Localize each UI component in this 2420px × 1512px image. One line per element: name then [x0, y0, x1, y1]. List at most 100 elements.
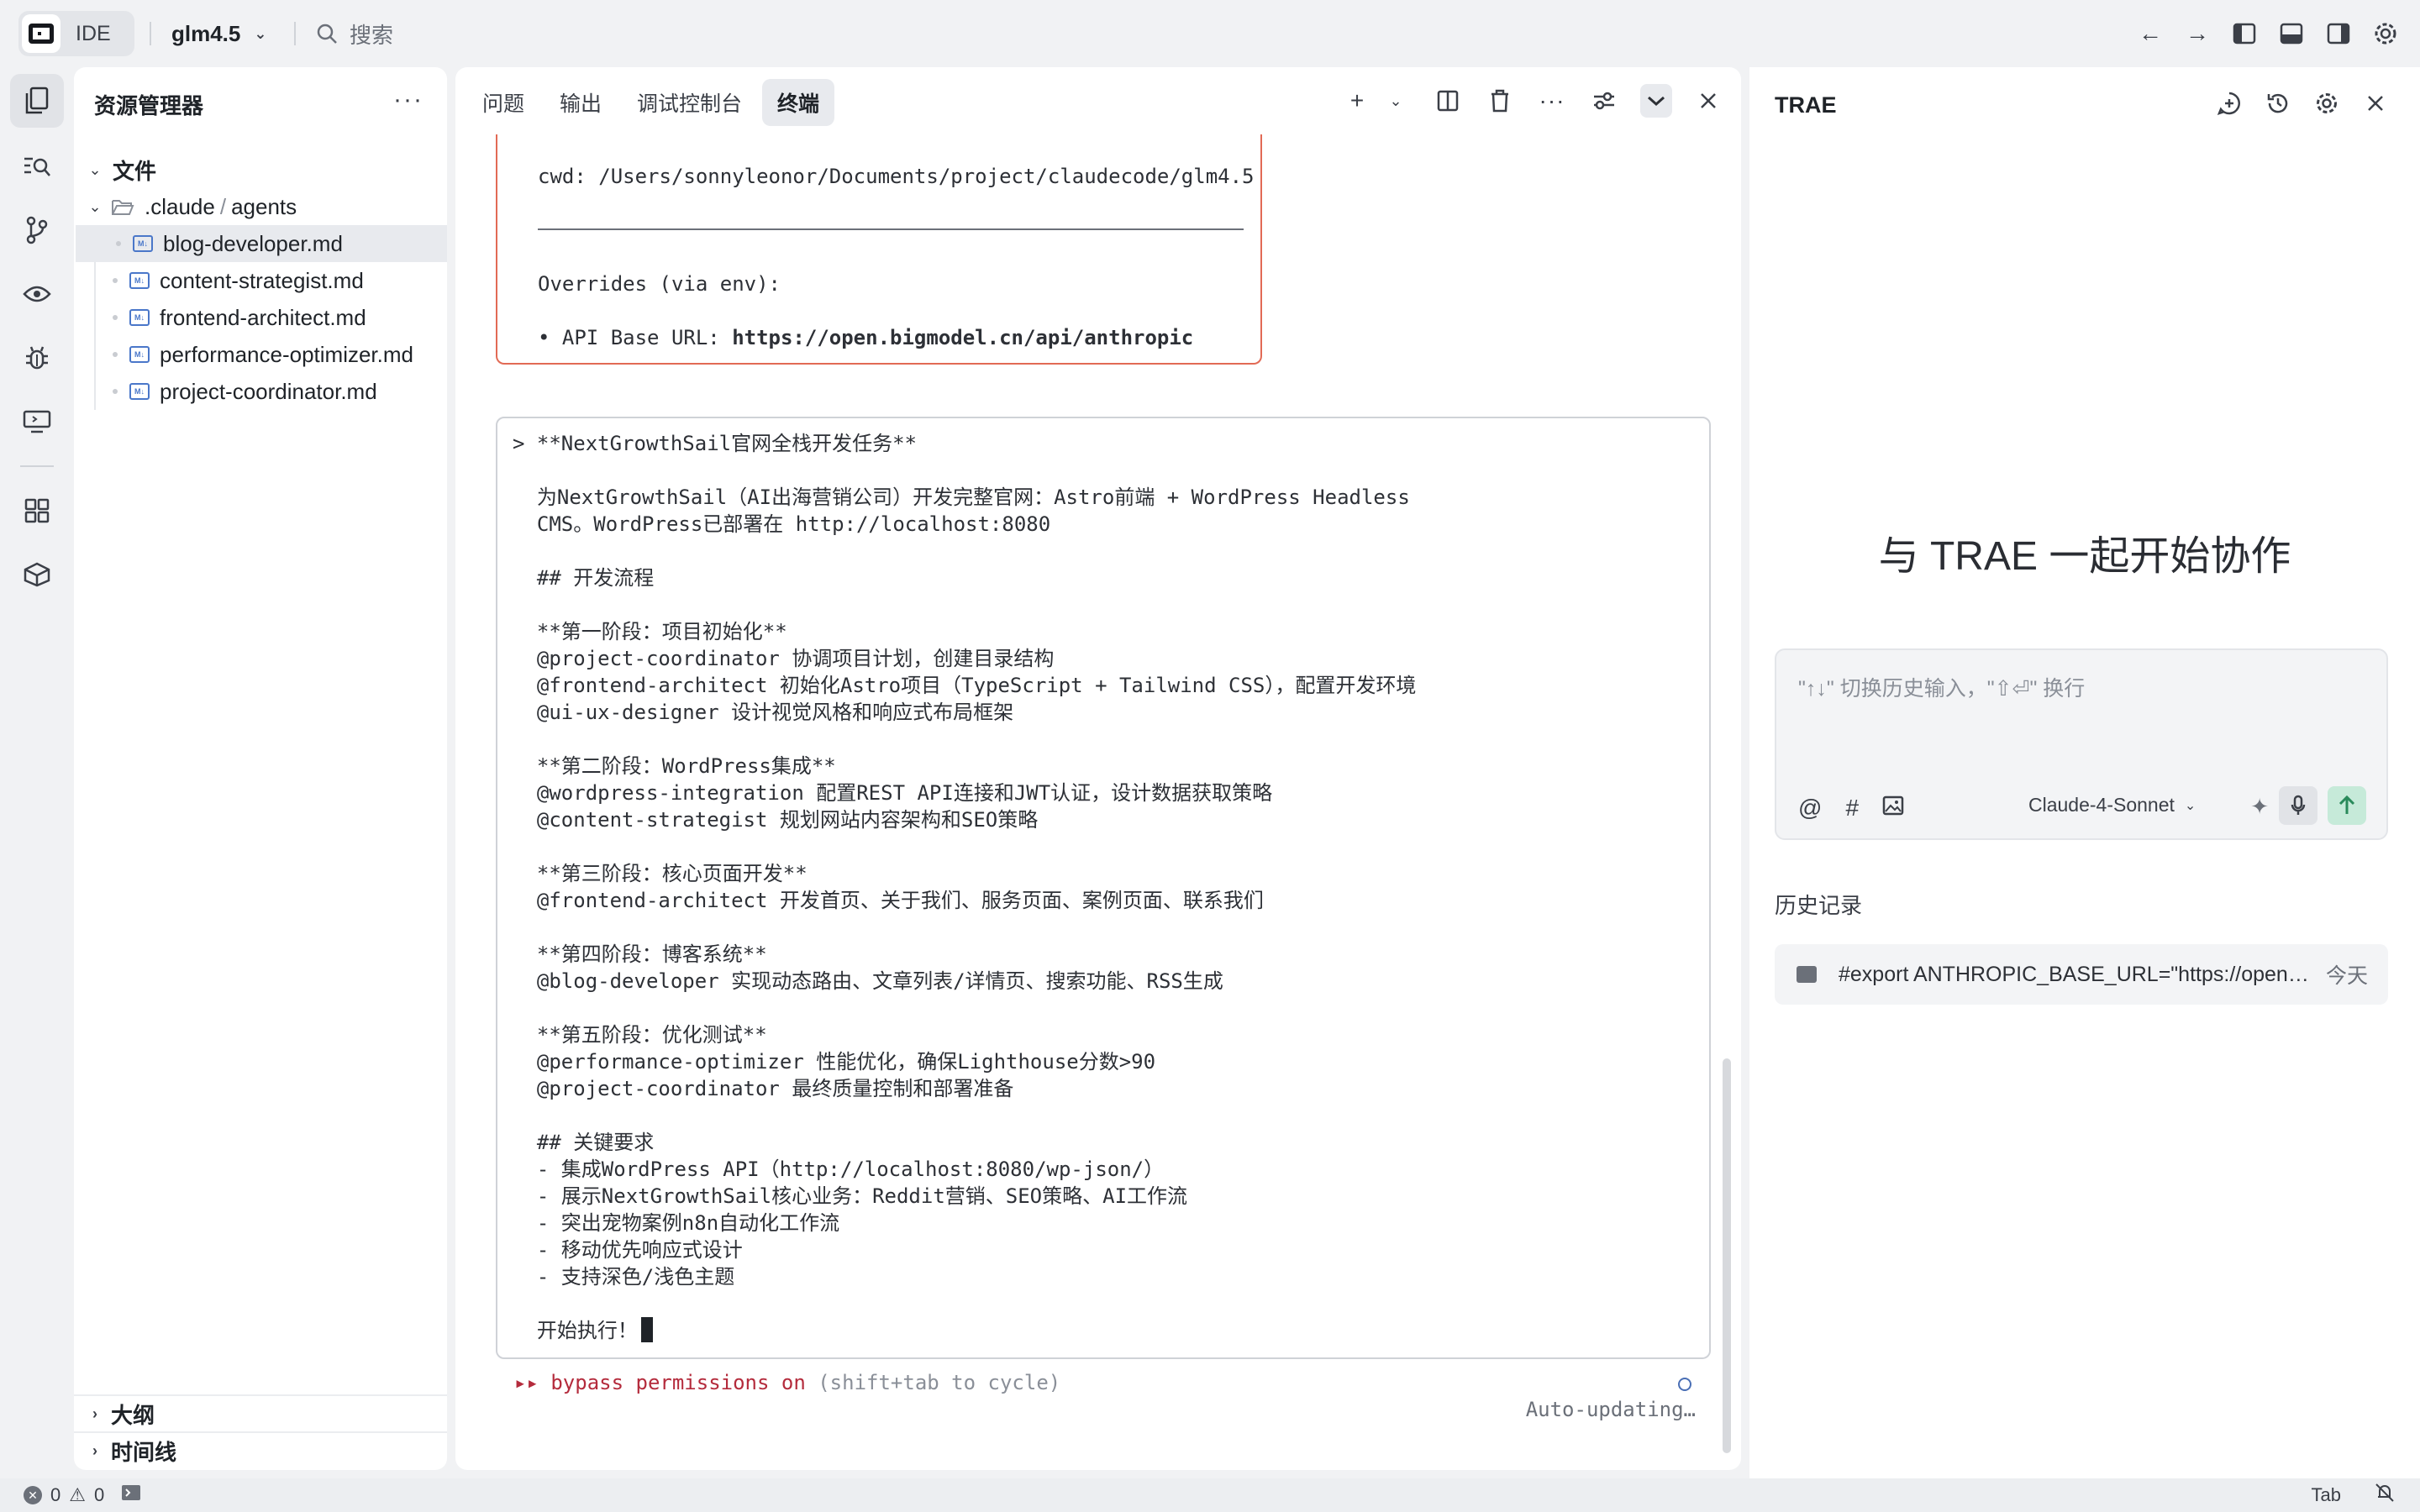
bullet-dot [116, 241, 121, 246]
back-arrow-icon[interactable]: ← [2136, 19, 2165, 48]
forward-arrow-icon[interactable]: → [2183, 19, 2212, 48]
file-content-strategist[interactable]: M↓ content-strategist.md [74, 262, 447, 299]
prompt-line-final: 开始执行！ [513, 1317, 1416, 1344]
tab-problems[interactable]: 问题 [467, 79, 539, 126]
file-performance-optimizer[interactable]: M↓ performance-optimizer.md [74, 336, 447, 373]
model-selector[interactable]: Claude-4-Sonnet ⌄ [2028, 794, 2196, 816]
sparkle-icon[interactable]: ✦ [2250, 794, 2269, 820]
welcome-heading: 与 TRAE 一起开始协作 [1878, 534, 2291, 579]
prompt-line: @ui-ux-designer 设计视觉风格和响应式布局框架 [513, 701, 1014, 724]
history-item[interactable]: #export ANTHROPIC_BASE_URL="https://open… [1775, 944, 2388, 1005]
api-prefix: • API Base URL: [538, 326, 733, 349]
api-base-url-line: • API Base URL: https://open.bigmodel.cn… [538, 324, 1193, 351]
model-name: Claude-4-Sonnet [2028, 794, 2175, 816]
settings-gear-icon[interactable] [2371, 19, 2400, 48]
section-timeline[interactable]: › 时间线 [74, 1431, 447, 1468]
scrollbar[interactable] [1723, 1058, 1731, 1453]
subfolder-name: agents [231, 193, 297, 219]
close-icon[interactable] [2361, 89, 2390, 118]
prompt-line: @frontend-architect 开发首页、关于我们、服务页面、案例页面、… [513, 889, 1264, 912]
project-selector[interactable]: glm4.5 ⌄ [171, 17, 266, 50]
prompt-line: @performance-optimizer 性能优化，确保Lighthouse… [513, 1050, 1156, 1074]
divider [538, 228, 1244, 230]
tab-debug-console[interactable]: 调试控制台 [622, 79, 757, 126]
remote-monitor-icon[interactable] [10, 395, 64, 449]
api-url: https://open.bigmodel.cn/api/anthropic [732, 326, 1194, 349]
prompt-line: - 集成WordPress API（http://localhost:8080/… [513, 1158, 1165, 1181]
collapse-panel-chevron-icon[interactable] [1640, 84, 1672, 118]
markdown-file-icon: M↓ [129, 383, 150, 400]
add-terminal-icon[interactable]: + [1341, 84, 1373, 118]
prompt-line: @project-coordinator 最终质量控制和部署准备 [513, 1077, 1014, 1100]
explorer-files-icon[interactable] [10, 74, 64, 128]
tab-mode-label[interactable]: Tab [2312, 1484, 2341, 1506]
bypass-permissions-status: ▸▸ bypass permissions on (shift+tab to c… [514, 1371, 1060, 1394]
notifications-muted-icon[interactable] [2375, 1483, 2395, 1508]
panel-tabs: 问题 输出 调试控制台 终端 [467, 79, 835, 126]
history-title: 历史记录 [1775, 893, 1863, 918]
activity-bar [0, 67, 74, 1478]
search-view-icon[interactable] [10, 139, 64, 193]
toggle-left-panel-icon[interactable] [2230, 19, 2259, 48]
section-files[interactable]: ⌄ 文件 [74, 151, 447, 188]
split-terminal-icon[interactable] [1432, 84, 1464, 118]
image-icon[interactable] [1882, 795, 1904, 822]
preview-eye-icon[interactable] [10, 267, 64, 321]
prompt-line [513, 833, 1416, 860]
hashtag-icon[interactable]: # [1845, 795, 1859, 822]
chat-bubble-icon [1797, 966, 1817, 983]
send-button[interactable] [2328, 786, 2366, 825]
microphone-button[interactable] [2279, 786, 2317, 825]
settings-gear-icon[interactable] [2312, 89, 2341, 118]
final-text: 开始执行！ [513, 1319, 638, 1342]
mention-at-icon[interactable]: @ [1798, 795, 1822, 822]
adjust-sliders-icon[interactable] [1588, 84, 1620, 118]
warning-icon: ⚠ [69, 1484, 86, 1505]
search-placeholder: 搜索 [350, 22, 394, 48]
trash-icon[interactable] [1484, 84, 1516, 118]
chat-input[interactable]: "↑↓" 切换历史输入，"⇧⏎" 换行 @ # Claude-4-Sonnet … [1775, 648, 2388, 840]
search-input[interactable]: 搜索 [316, 17, 393, 50]
file-frontend-architect[interactable]: M↓ frontend-architect.md [74, 299, 447, 336]
prompt-line: **第五阶段：优化测试** [513, 1023, 767, 1047]
folder-claude-agents[interactable]: ⌄ .claude / agents [74, 188, 447, 225]
chat-input-placeholder: "↑↓" 切换历史输入，"⇧⏎" 换行 [1798, 677, 2086, 701]
section-timeline-label: 时间线 [111, 1439, 177, 1465]
prompt-text: > **NextGrowthSail官网全栈开发任务** 为NextGrowth… [513, 430, 1416, 1344]
divider [20, 465, 54, 467]
prompt-line [513, 538, 1416, 564]
markdown-file-icon: M↓ [129, 309, 150, 326]
prompt-line: - 移动优先响应式设计 [513, 1238, 743, 1262]
title-bar: IDE glm4.5 ⌄ 搜索 ← → [0, 0, 2420, 67]
file-blog-developer[interactable]: M↓ blog-developer.md [76, 225, 447, 262]
prompt-line [513, 457, 1416, 484]
new-chat-icon[interactable] [2215, 89, 2244, 118]
more-options-icon[interactable]: ··· [1536, 84, 1568, 118]
prompt-line: ## 关键要求 [513, 1131, 655, 1154]
toggle-bottom-panel-icon[interactable] [2277, 19, 2306, 48]
more-options-icon[interactable]: ··· [393, 86, 424, 114]
section-outline[interactable]: › 大纲 [74, 1394, 447, 1431]
prompt-line [513, 1290, 1416, 1317]
history-clock-icon[interactable] [2264, 89, 2292, 118]
file-project-coordinator[interactable]: M↓ project-coordinator.md [74, 373, 447, 410]
extensions-grid-icon[interactable] [10, 484, 64, 538]
tab-terminal[interactable]: 终端 [762, 79, 835, 126]
explorer-title: 资源管理器 [94, 93, 204, 118]
tab-output[interactable]: 输出 [544, 79, 617, 126]
close-icon[interactable] [1692, 84, 1724, 118]
chevron-down-icon[interactable]: ⌄ [1380, 84, 1412, 118]
package-box-icon[interactable] [10, 548, 64, 601]
source-control-icon[interactable] [10, 203, 64, 257]
toggle-right-panel-icon[interactable] [2324, 19, 2353, 48]
trae-assistant-panel: TRAE 与 TRAE 一起开始协作 "↑↓" 切换历史输入，"⇧⏎" 换行 @… [1749, 67, 2420, 1478]
problems-status[interactable]: ✕ 0 ⚠ 0 [24, 1484, 141, 1506]
prompt-line: CMS。WordPress已部署在 http://localhost:8080 [513, 512, 1051, 536]
chevron-right-icon: › [92, 1404, 97, 1422]
status-bar: ✕ 0 ⚠ 0 Tab [0, 1478, 2420, 1512]
ide-mode-switch[interactable]: IDE [18, 11, 134, 56]
prompt-line: @blog-developer 实现动态路由、文章列表/详情页、搜索功能、RSS… [513, 969, 1223, 993]
prompt-line: > **NextGrowthSail官网全栈开发任务** [513, 432, 917, 455]
prompt-line: 为NextGrowthSail（AI出海营销公司）开发完整官网：Astro前端 … [513, 486, 1410, 509]
debug-bug-icon[interactable] [10, 331, 64, 385]
